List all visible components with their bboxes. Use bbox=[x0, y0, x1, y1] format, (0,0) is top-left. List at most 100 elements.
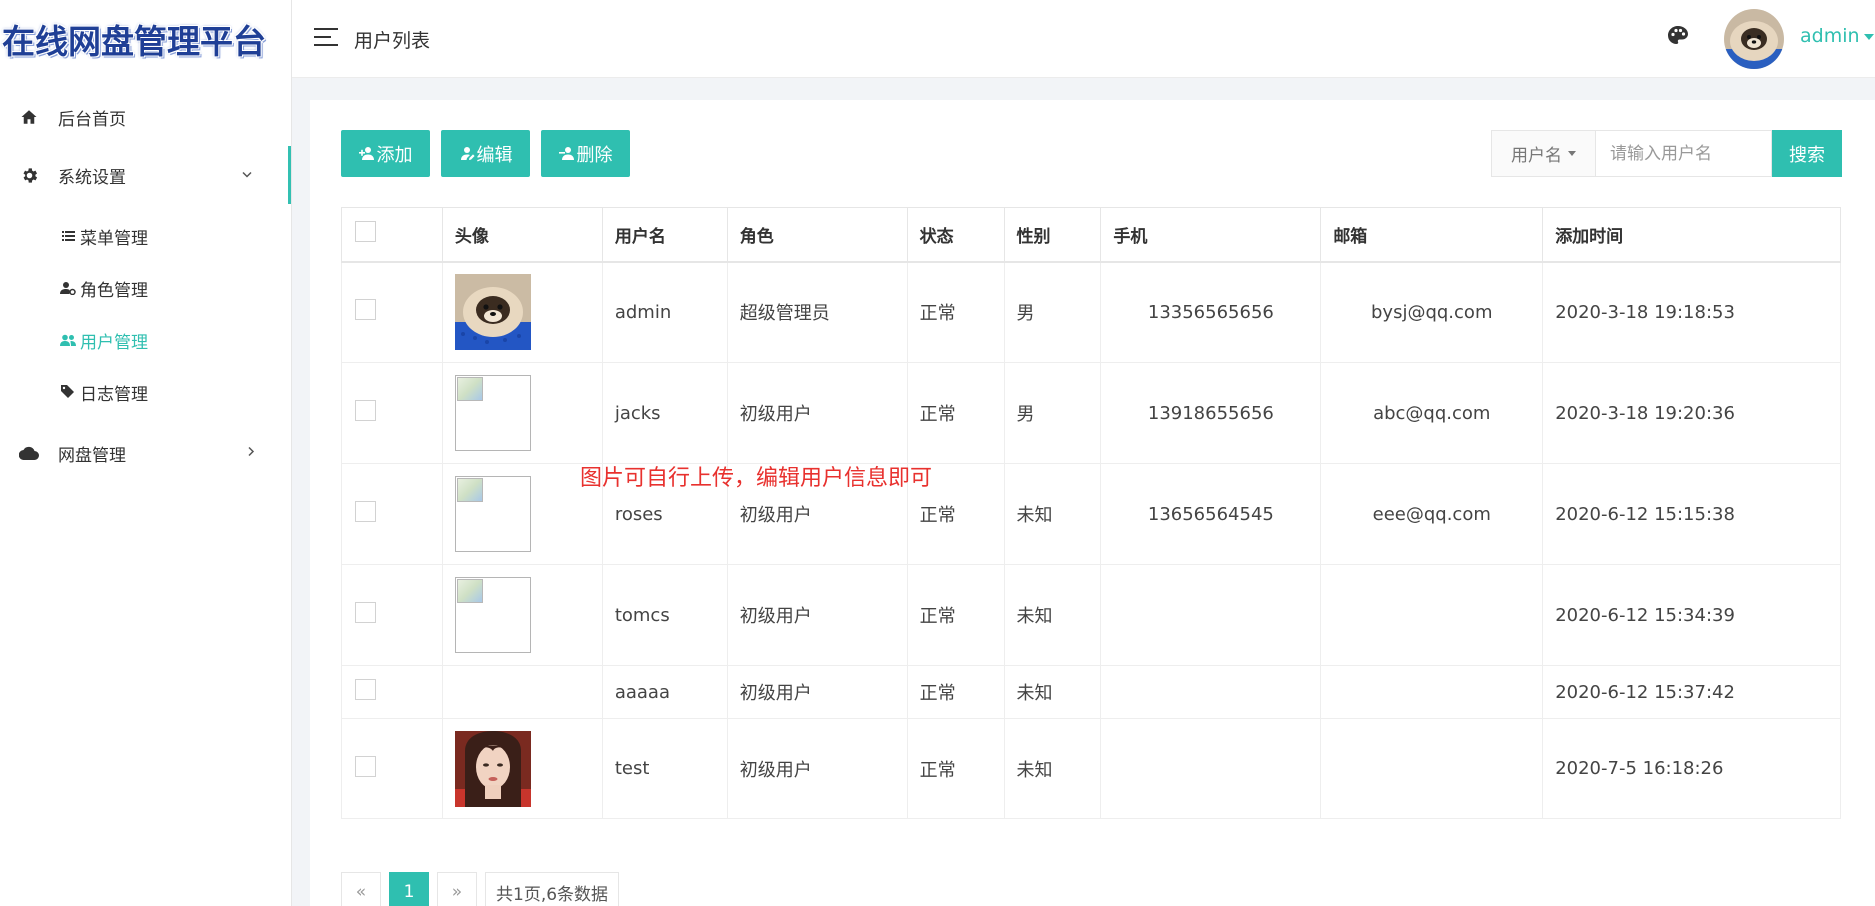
cloud-icon bbox=[18, 442, 40, 464]
app-root: 在线网盘管理平台 后台首页 系统设置 菜单管理 角色管理 用户管理 日志管理 网… bbox=[0, 0, 1875, 906]
username-cell: jacks bbox=[601, 362, 728, 464]
column-header[interactable]: 状态 bbox=[906, 207, 1005, 263]
sidebar-item-label: 角色管理 bbox=[80, 280, 148, 301]
table-row[interactable]: aaaaa 初级用户 正常 未知 2020-6-12 15:37:42 bbox=[341, 665, 1841, 719]
chevron-down-icon bbox=[242, 168, 252, 183]
avatar-image bbox=[454, 274, 531, 351]
column-header[interactable]: 添加时间 bbox=[1542, 207, 1841, 263]
column-header[interactable]: 性别 bbox=[1003, 207, 1102, 263]
time-cell: 2020-6-12 15:15:38 bbox=[1542, 463, 1841, 565]
logo: 在线网盘管理平台 bbox=[0, 0, 291, 78]
logo-text: 在线网盘管理平台 bbox=[2, 22, 266, 61]
user-edit-icon bbox=[459, 146, 475, 162]
status-cell: 正常 bbox=[906, 665, 1005, 719]
user-remove-icon bbox=[558, 146, 575, 162]
avatar[interactable] bbox=[1724, 9, 1784, 69]
sidebar-item-log-manage[interactable]: 日志管理 bbox=[0, 366, 291, 418]
sidebar-item-disk[interactable]: 网盘管理 bbox=[0, 424, 291, 482]
avatar-cell bbox=[441, 718, 603, 819]
time-cell: 2020-6-12 15:34:39 bbox=[1542, 564, 1841, 666]
pagination-info: 共1页,6条数据 bbox=[485, 872, 620, 906]
sidebar-nav: 后台首页 系统设置 菜单管理 角色管理 用户管理 日志管理 网盘管理 bbox=[0, 88, 291, 482]
sidebar-item-label: 后台首页 bbox=[58, 109, 126, 130]
email-cell: bysj@qq.com bbox=[1320, 261, 1544, 363]
username-cell: admin bbox=[601, 261, 728, 363]
sidebar-item-settings[interactable]: 系统设置 bbox=[0, 146, 291, 204]
user-gear-icon bbox=[60, 280, 76, 296]
column-header[interactable]: 角色 bbox=[726, 207, 908, 263]
column-header[interactable]: 用户名 bbox=[601, 207, 728, 263]
time-cell: 2020-7-5 16:18:26 bbox=[1542, 718, 1841, 819]
avatar-cell bbox=[441, 463, 603, 565]
select-all-cell bbox=[341, 207, 443, 263]
delete-user-button[interactable]: 删除 bbox=[541, 130, 630, 177]
user-add-icon bbox=[358, 146, 375, 162]
row-checkbox[interactable] bbox=[355, 299, 376, 321]
pagination-page-button[interactable]: 1 bbox=[389, 872, 429, 906]
search-field-label: 用户名 bbox=[1511, 146, 1562, 166]
search-field-select[interactable]: 用户名 bbox=[1491, 130, 1596, 177]
gender-cell: 未知 bbox=[1003, 665, 1102, 719]
sidebar: 在线网盘管理平台 后台首页 系统设置 菜单管理 角色管理 用户管理 日志管理 网… bbox=[0, 0, 292, 906]
delete-label: 删除 bbox=[576, 144, 613, 166]
table-row[interactable]: tomcs 初级用户 正常 未知 2020-6-12 15:34:39 bbox=[341, 564, 1841, 666]
row-checkbox[interactable] bbox=[355, 755, 376, 777]
row-checkbox[interactable] bbox=[355, 400, 376, 421]
palette-icon[interactable] bbox=[1666, 24, 1692, 50]
row-select-cell bbox=[341, 564, 443, 666]
sidebar-item-menu-manage[interactable]: 菜单管理 bbox=[0, 210, 291, 262]
table-row[interactable]: jacks 初级用户 正常 男 13918655656 abc@qq.com 2… bbox=[341, 362, 1841, 464]
time-cell: 2020-6-12 15:37:42 bbox=[1542, 665, 1841, 719]
gender-cell: 男 bbox=[1003, 362, 1102, 464]
status-cell: 正常 bbox=[906, 564, 1005, 666]
username-cell: test bbox=[601, 718, 728, 819]
caret-down-icon bbox=[1568, 151, 1576, 156]
user-name-label: admin bbox=[1800, 25, 1860, 47]
list-icon bbox=[60, 228, 76, 244]
column-header[interactable]: 邮箱 bbox=[1320, 207, 1544, 263]
sidebar-item-user-manage[interactable]: 用户管理 bbox=[0, 314, 291, 366]
row-checkbox[interactable] bbox=[355, 602, 376, 623]
pagination-next-button[interactable]: » bbox=[437, 872, 477, 906]
broken-image-icon bbox=[454, 577, 531, 653]
table-row[interactable]: test 初级用户 正常 未知 2020-7-5 16:18:26 bbox=[341, 718, 1841, 819]
settings-submenu: 菜单管理 角色管理 用户管理 日志管理 bbox=[0, 204, 291, 424]
sidebar-item-label: 菜单管理 bbox=[80, 228, 148, 249]
column-header[interactable]: 手机 bbox=[1100, 207, 1322, 263]
home-icon bbox=[18, 106, 40, 128]
sidebar-item-role-manage[interactable]: 角色管理 bbox=[0, 262, 291, 314]
broken-image-icon bbox=[454, 476, 531, 552]
pagination-prev-button[interactable]: « bbox=[341, 872, 381, 906]
sidebar-item-home[interactable]: 后台首页 bbox=[0, 88, 291, 146]
top-header: 用户列表 admin bbox=[292, 0, 1875, 78]
user-menu[interactable]: admin bbox=[1800, 25, 1874, 47]
sidebar-item-label: 网盘管理 bbox=[58, 445, 126, 466]
page-title: 用户列表 bbox=[354, 30, 431, 52]
table-row[interactable]: roses 初级用户 正常 未知 13656564545 eee@qq.com … bbox=[341, 463, 1841, 565]
time-cell: 2020-3-18 19:20:36 bbox=[1542, 362, 1841, 464]
status-cell: 正常 bbox=[906, 362, 1005, 464]
search-button[interactable]: 搜索 bbox=[1772, 130, 1842, 177]
select-all-checkbox[interactable] bbox=[355, 221, 376, 243]
main-card: 添加 编辑 删除 用户名 搜索 头像 bbox=[310, 100, 1875, 906]
add-user-button[interactable]: 添加 bbox=[341, 130, 430, 177]
sidebar-item-label: 日志管理 bbox=[80, 384, 148, 405]
search-input[interactable] bbox=[1596, 130, 1772, 177]
phone-cell: 13918655656 bbox=[1100, 362, 1322, 464]
broken-image-icon bbox=[454, 375, 531, 451]
column-header[interactable]: 头像 bbox=[441, 207, 603, 263]
menu-toggle-icon[interactable] bbox=[314, 28, 338, 48]
email-cell: eee@qq.com bbox=[1320, 463, 1544, 565]
edit-user-button[interactable]: 编辑 bbox=[441, 130, 530, 177]
table-row[interactable]: admin 超级管理员 正常 男 13356565656 bysj@qq.com… bbox=[341, 261, 1841, 363]
phone-cell bbox=[1100, 564, 1322, 666]
users-icon bbox=[60, 332, 76, 348]
row-select-cell bbox=[341, 261, 443, 363]
avatar-image bbox=[454, 730, 531, 807]
phone-cell: 13656564545 bbox=[1100, 463, 1322, 565]
row-checkbox[interactable] bbox=[355, 679, 376, 700]
status-cell: 正常 bbox=[906, 718, 1005, 819]
email-cell bbox=[1320, 665, 1544, 719]
gender-cell: 未知 bbox=[1003, 564, 1102, 666]
row-checkbox[interactable] bbox=[355, 501, 376, 522]
